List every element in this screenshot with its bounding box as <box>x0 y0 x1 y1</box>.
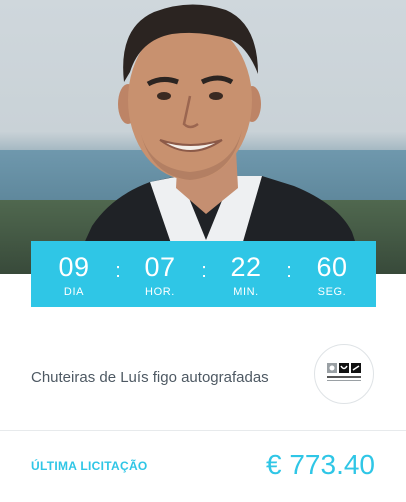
brand-logo[interactable] <box>314 344 374 404</box>
person-portrait <box>70 4 366 274</box>
countdown-timer: 09 DIA : 07 HOR. : 22 MIN. : 60 SEG. <box>31 241 376 307</box>
minutes-value: 22 <box>230 252 262 282</box>
countdown-minutes: 22 MIN. <box>216 241 276 307</box>
separator: : <box>115 260 121 282</box>
seconds-value: 60 <box>316 252 348 282</box>
hours-label: HOR. <box>145 286 175 298</box>
divider <box>0 430 406 431</box>
brand-logo-mark <box>327 363 361 381</box>
days-value: 09 <box>58 252 90 282</box>
item-title[interactable]: Chuteiras de Luís figo autografadas <box>31 367 269 389</box>
minutes-label: MIN. <box>233 286 259 298</box>
last-bid-label: ÚLTIMA LICITAÇÃO <box>31 459 148 473</box>
product-photo[interactable] <box>0 0 406 274</box>
auction-card[interactable]: 09 DIA : 07 HOR. : 22 MIN. : 60 SEG. Chu… <box>0 0 406 502</box>
days-label: DIA <box>63 286 85 298</box>
countdown-hours: 07 HOR. <box>130 241 190 307</box>
hours-value: 07 <box>144 252 176 282</box>
last-bid-amount: € 773.40 <box>266 449 375 480</box>
countdown-days: 09 DIA <box>44 241 104 307</box>
separator: : <box>201 260 207 282</box>
separator: : <box>286 260 292 282</box>
seconds-label: SEG. <box>317 286 347 298</box>
countdown-seconds: 60 SEG. <box>302 241 362 307</box>
